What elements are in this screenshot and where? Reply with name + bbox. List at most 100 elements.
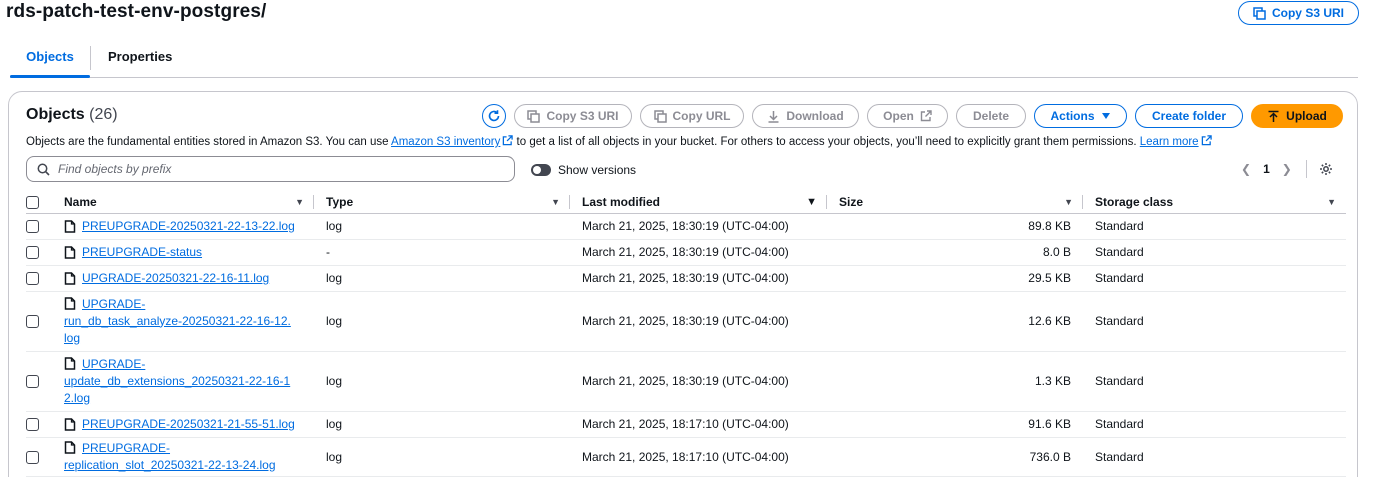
- file-icon: [64, 220, 76, 233]
- search-input[interactable]: [58, 162, 498, 176]
- objects-table: Name ▼ Type ▼ Last modified ▼ Size ▼ Storage…: [26, 191, 1346, 477]
- copy-s3-uri-disabled-button[interactable]: Copy S3 URI: [514, 104, 632, 128]
- row-select-cell: [26, 265, 64, 292]
- table-row[interactable]: UPGRADE-run_db_task_analyze-20250321-22-…: [26, 291, 1346, 352]
- external-link-icon: [503, 135, 514, 146]
- object-name-line: PREUPGRADE-: [82, 440, 171, 455]
- object-name-line: replication_slot_20250321-22-13-24.log: [64, 457, 276, 472]
- row-select-cell: [26, 291, 64, 352]
- copy-url-button[interactable]: Copy URL: [640, 104, 744, 128]
- s3-inventory-link[interactable]: Amazon S3 inventory: [391, 136, 500, 148]
- copy-s3-uri-button[interactable]: Copy S3 URI: [1238, 1, 1359, 25]
- type-cell: log: [314, 265, 570, 292]
- column-label: Last modified: [582, 194, 661, 209]
- select-all-cell: [26, 191, 64, 214]
- table-row[interactable]: PREUPGRADE-20250321-21-55-51.log log March…: [26, 411, 1346, 438]
- upload-button[interactable]: Upload: [1251, 104, 1343, 128]
- open-button[interactable]: Open: [867, 104, 948, 128]
- row-checkbox[interactable]: [26, 315, 39, 329]
- size-cell: 12.6 KB: [827, 291, 1083, 352]
- column-header-size[interactable]: Size ▼: [827, 191, 1083, 214]
- actions-dropdown[interactable]: Actions: [1034, 104, 1127, 128]
- object-name-link[interactable]: PREUPGRADE-20250321-21-55-51.log: [82, 417, 295, 431]
- chevron-left-icon[interactable]: ❮: [1241, 162, 1251, 176]
- sort-caret-icon[interactable]: ▼: [1064, 197, 1073, 207]
- pager-divider: [1305, 160, 1307, 178]
- panel-title-text: Objects: [26, 106, 85, 123]
- type-cell: log: [314, 411, 570, 438]
- object-name-link[interactable]: UPGRADE-run_db_task_analyze-20250321-22-…: [64, 297, 291, 345]
- row-checkbox[interactable]: [26, 375, 39, 389]
- row-checkbox[interactable]: [26, 418, 39, 432]
- toggle-switch[interactable]: [531, 164, 551, 176]
- object-name-line: UPGRADE-: [82, 356, 146, 371]
- show-versions-toggle[interactable]: Show versions: [531, 163, 636, 177]
- name-cell: UPGRADE-update_db_extensions_20250321-22…: [64, 351, 314, 412]
- copy-s3-uri-label: Copy S3 URI: [1271, 6, 1344, 20]
- table-row[interactable]: PREUPGRADE-20250321-22-13-22.log log March…: [26, 213, 1346, 240]
- tab-list: Objects Properties: [10, 38, 1358, 78]
- objects-description: Objects are the fundamental entities sto…: [26, 135, 1212, 148]
- row-checkbox[interactable]: [26, 450, 39, 464]
- search-icon: [37, 163, 50, 176]
- object-name-cell: UPGRADE-20250321-22-16-11.log: [64, 271, 314, 285]
- size-cell: 89.8 KB: [827, 213, 1083, 240]
- type-cell: log: [314, 213, 570, 240]
- table-row[interactable]: UPGRADE-update_db_extensions_20250321-22…: [26, 351, 1346, 412]
- select-all-checkbox[interactable]: [26, 195, 39, 209]
- object-name-line: PREUPGRADE-20250321-22-13-22.log: [82, 219, 295, 233]
- desc-text-2: to get a list of all objects in your buc…: [513, 136, 1140, 148]
- sort-caret-icon[interactable]: ▼: [1327, 197, 1336, 207]
- column-label: Name: [64, 194, 97, 209]
- row-checkbox[interactable]: [26, 272, 39, 286]
- column-header-last-modified[interactable]: Last modified ▼: [570, 191, 827, 214]
- panel-title: Objects (26): [26, 106, 118, 124]
- tab-objects[interactable]: Objects: [10, 38, 90, 78]
- upload-icon: [1268, 110, 1279, 122]
- row-checkbox[interactable]: [26, 246, 39, 260]
- object-name-line: 2.log: [64, 390, 91, 405]
- row-checkbox[interactable]: [26, 220, 39, 234]
- object-name-link[interactable]: UPGRADE-20250321-22-16-11.log: [82, 271, 269, 285]
- name-cell: PREUPGRADE-status: [64, 239, 314, 266]
- download-button[interactable]: Download: [752, 104, 859, 128]
- table-row[interactable]: UPGRADE-20250321-22-16-11.log log March 21…: [26, 265, 1346, 292]
- last-modified-cell: March 21, 2025, 18:30:19 (UTC-04:00): [570, 213, 827, 240]
- object-name-link[interactable]: PREUPGRADE-status: [82, 245, 202, 259]
- storage-class-cell: Standard: [1083, 291, 1346, 352]
- sort-caret-icon[interactable]: ▼: [551, 197, 560, 207]
- file-icon: [64, 418, 76, 431]
- desc-text-1: Objects are the fundamental entities sto…: [26, 136, 392, 148]
- chevron-right-icon[interactable]: ❯: [1282, 162, 1292, 176]
- object-name-link[interactable]: PREUPGRADE-20250321-22-13-22.log: [82, 219, 295, 233]
- size-cell: 8.0 B: [827, 239, 1083, 266]
- column-header-storage-class[interactable]: Storage class ▼: [1083, 191, 1346, 214]
- column-header-type[interactable]: Type ▼: [314, 191, 570, 214]
- page-number[interactable]: 1: [1263, 162, 1270, 176]
- file-icon: [64, 356, 76, 370]
- last-modified-cell: March 21, 2025, 18:30:19 (UTC-04:00): [570, 239, 827, 266]
- sort-caret-icon[interactable]: ▼: [295, 197, 304, 207]
- name-cell: UPGRADE-run_db_task_analyze-20250321-22-…: [64, 291, 314, 352]
- caret-down-icon: [1101, 113, 1110, 119]
- tab-properties[interactable]: Properties: [108, 38, 172, 77]
- sort-caret-icon[interactable]: ▼: [806, 196, 817, 208]
- object-name-link[interactable]: PREUPGRADE-replication_slot_20250321-22-…: [64, 441, 276, 472]
- gear-icon[interactable]: [1319, 162, 1333, 176]
- create-folder-label: Create folder: [1151, 109, 1227, 123]
- storage-class-cell: Standard: [1083, 239, 1346, 266]
- table-row[interactable]: PREUPGRADE-replication_slot_20250321-22-…: [26, 437, 1346, 477]
- row-select-cell: [26, 411, 64, 438]
- copy-icon: [527, 109, 541, 123]
- object-name-link[interactable]: UPGRADE-update_db_extensions_20250321-22…: [64, 357, 290, 405]
- create-folder-button[interactable]: Create folder: [1135, 104, 1243, 128]
- column-label: Type: [326, 194, 354, 209]
- column-header-name[interactable]: Name ▼: [64, 191, 314, 214]
- learn-more-link[interactable]: Learn more: [1140, 136, 1199, 148]
- storage-class-cell: Standard: [1083, 437, 1346, 477]
- table-row[interactable]: PREUPGRADE-status - March 21, 2025, 18:30:…: [26, 239, 1346, 266]
- refresh-button[interactable]: [482, 104, 506, 128]
- object-name-line: UPGRADE-20250321-22-16-11.log: [82, 271, 270, 285]
- last-modified-cell: March 21, 2025, 18:30:19 (UTC-04:00): [570, 291, 827, 352]
- delete-button[interactable]: Delete: [956, 104, 1026, 128]
